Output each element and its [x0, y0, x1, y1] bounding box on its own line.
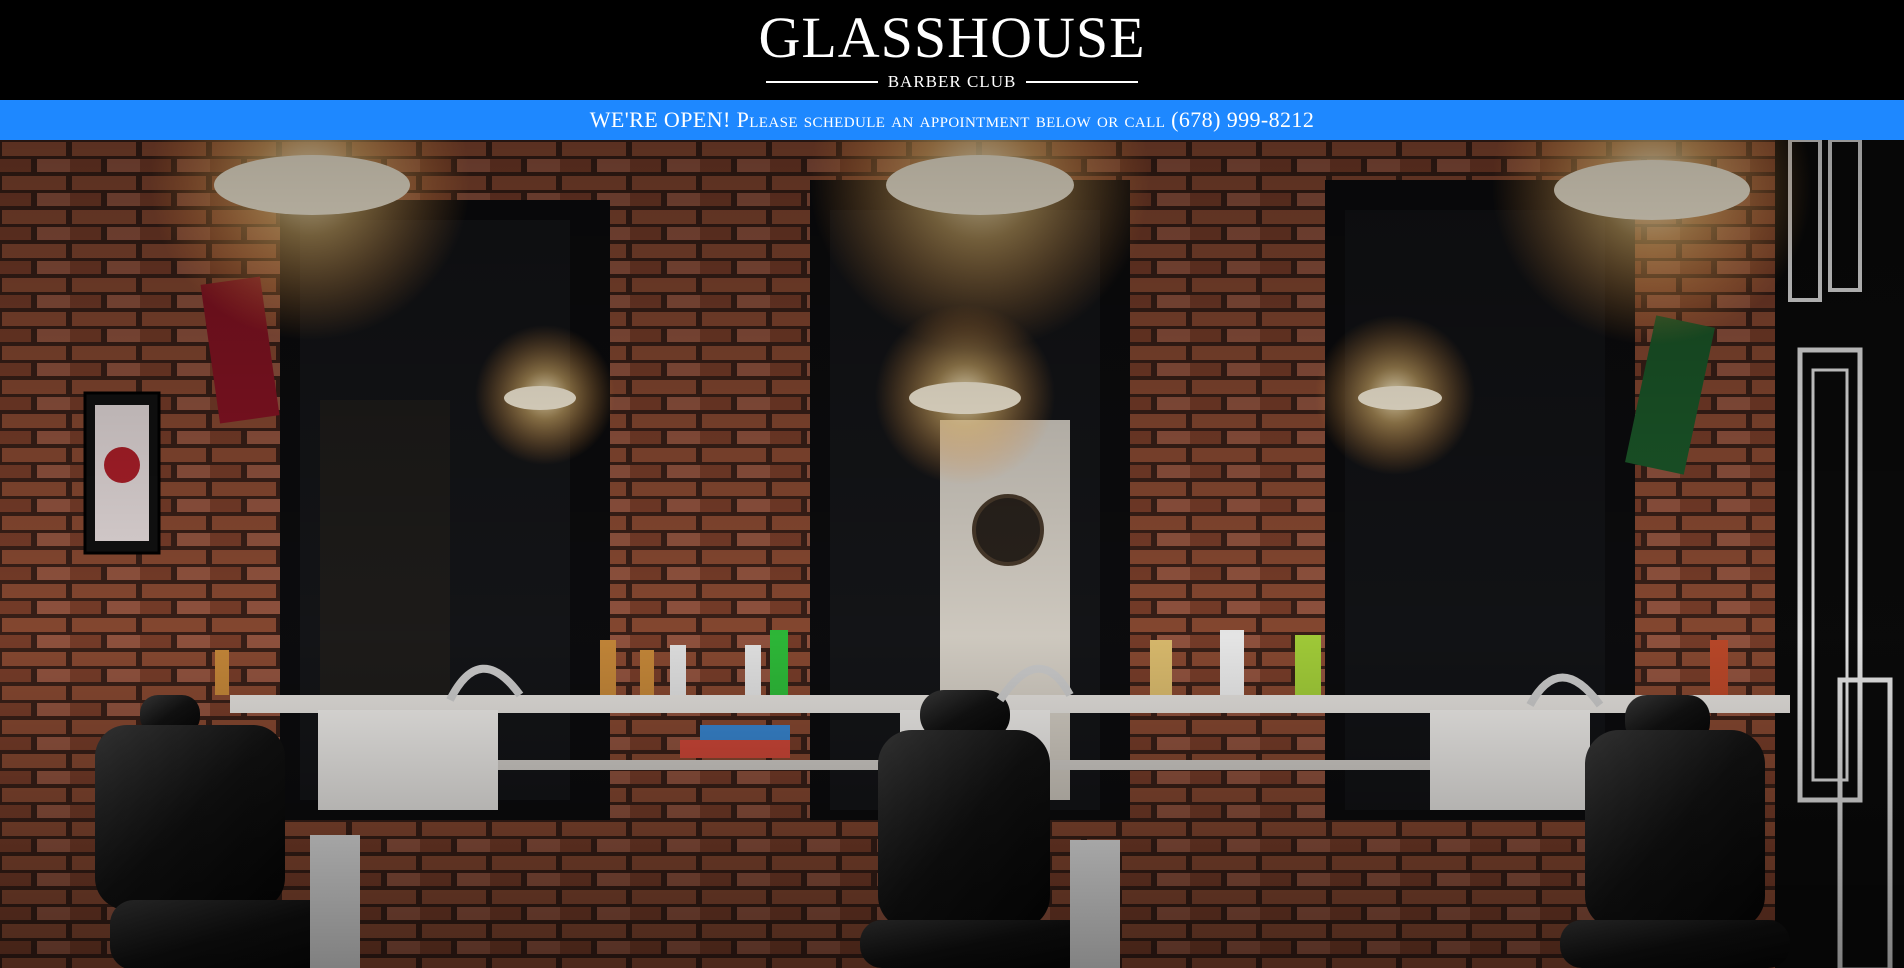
logo-subtitle-row: BARBER CLUB: [766, 72, 1139, 92]
logo-divider-left: [766, 81, 878, 83]
hero-image: [0, 140, 1904, 968]
announcement-banner: WE'RE OPEN! Please schedule an appointme…: [0, 100, 1904, 140]
site-header: GLASSHOUSE BARBER CLUB: [0, 0, 1904, 100]
announcement-text: WE'RE OPEN! Please schedule an appointme…: [589, 107, 1315, 132]
barbershop-photo: [0, 140, 1904, 968]
logo-divider-right: [1026, 81, 1139, 83]
logo-title: GLASSHOUSE: [758, 5, 1146, 70]
brand-logo[interactable]: GLASSHOUSE BARBER CLUB: [758, 8, 1144, 92]
logo-subtitle: BARBER CLUB: [887, 72, 1017, 91]
